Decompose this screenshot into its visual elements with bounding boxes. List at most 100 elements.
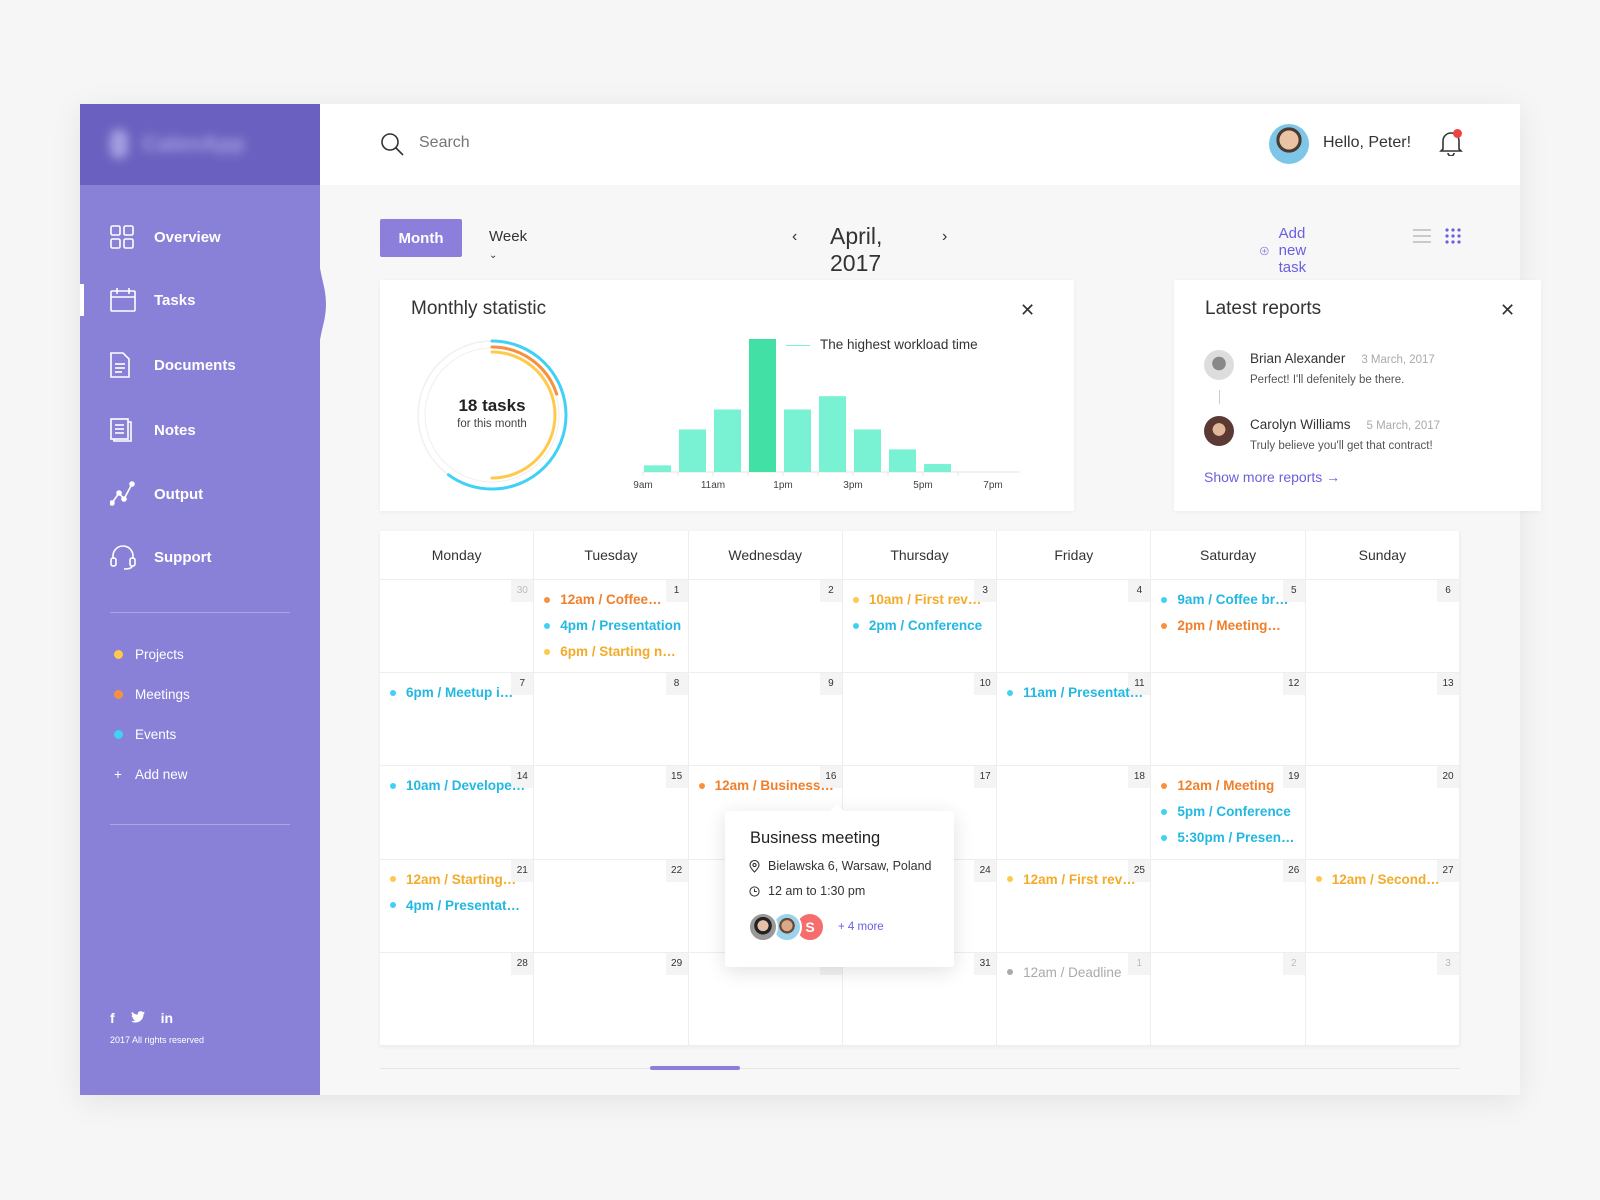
calendar-event[interactable]: 12am / Deadline	[1007, 965, 1121, 980]
calendar-day-cell[interactable]: 1 12am / Deadline	[997, 952, 1152, 1046]
event-dot-icon	[1161, 808, 1168, 815]
calendar-day-cell[interactable]: 8	[534, 673, 689, 767]
calendar-event[interactable]: 5:30pm / Presen…	[1161, 830, 1294, 845]
sidebar-item-documents[interactable]: Documents	[80, 345, 320, 385]
calendar-day-cell[interactable]: 11 11am / Presentat…	[997, 673, 1152, 767]
clock-icon	[749, 885, 760, 897]
bar-10am[interactable]	[679, 429, 706, 472]
linkedin-icon[interactable]: in	[161, 1010, 173, 1026]
calendar-event[interactable]: 6pm / Meetup i…	[390, 685, 513, 700]
calendar-day-cell[interactable]: 10	[842, 673, 998, 767]
calendar-day-cell[interactable]: 25 12am / First rev…	[997, 859, 1152, 953]
add-task-label: Add new task	[1278, 225, 1307, 276]
calendar-day-cell[interactable]: 3 10am / First rev… 2pm / Conference	[842, 580, 998, 674]
sidebar-item-tasks[interactable]: Tasks	[80, 280, 320, 320]
facebook-icon[interactable]: f	[110, 1010, 115, 1026]
calendar-event[interactable]: 2pm / Meeting…	[1161, 618, 1281, 633]
x-tick-label: 5pm	[913, 480, 932, 491]
calendar-event[interactable]: 4pm / Presentation	[544, 618, 681, 633]
bar-9am[interactable]	[644, 465, 671, 472]
next-month-button[interactable]: ›	[942, 228, 947, 246]
calendar-day-cell[interactable]: 22	[534, 859, 689, 953]
twitter-icon[interactable]	[130, 1010, 145, 1026]
calendar-event[interactable]: 10am / Develope…	[390, 778, 525, 793]
calendar-day-cell[interactable]: 4	[997, 580, 1152, 674]
logo[interactable]: CalenApp	[80, 104, 320, 185]
calendar-event[interactable]: 12am / First rev…	[1007, 872, 1136, 887]
bar-1pm[interactable]	[784, 409, 811, 472]
search-icon[interactable]	[380, 132, 404, 156]
user-avatar[interactable]	[1269, 124, 1309, 164]
calendar-day-cell[interactable]: 19 12am / Meeting 5pm / Conference 5:30pm /…	[1151, 766, 1306, 860]
calendar-day-cell[interactable]: 27 12am / Second…	[1305, 859, 1460, 953]
bar-5pm[interactable]	[924, 464, 951, 472]
report-item[interactable]: Brian Alexander 3 March, 2017 Perfect! I'…	[1204, 350, 1435, 386]
report-message: Truly believe you'll get that contract!	[1250, 440, 1433, 452]
calendar-event[interactable]: 6pm / Starting n…	[544, 644, 676, 659]
week-view-dropdown[interactable]: Week ⌄	[489, 228, 527, 262]
calendar-event[interactable]: 9am / Coffee br…	[1161, 592, 1288, 607]
calendar-day-cell[interactable]: 5 9am / Coffee br… 2pm / Meeting…	[1151, 580, 1306, 674]
calendar-day-cell[interactable]: 30	[380, 580, 535, 674]
bar-4pm[interactable]	[889, 449, 916, 472]
add-category-button[interactable]: + Add new	[114, 767, 188, 782]
scrollbar-thumb[interactable]	[650, 1066, 740, 1070]
calendar-day-cell[interactable]: 6	[1305, 580, 1460, 674]
calendar-event[interactable]: 11am / Presentat…	[1007, 685, 1143, 700]
plus-circle-icon	[1260, 246, 1269, 255]
grid-view-icon[interactable]	[1445, 228, 1461, 244]
calendar-day-cell[interactable]: 1 12am / Coffee… 4pm / Presentation 6pm / S…	[534, 580, 689, 674]
calendar-day-cell[interactable]: 2	[1151, 952, 1306, 1046]
scrollbar-track[interactable]	[380, 1068, 1460, 1069]
notifications-button[interactable]	[1439, 129, 1463, 161]
calendar-day-cell[interactable]: 26	[1151, 859, 1306, 953]
bar-12pm[interactable]	[749, 339, 776, 472]
close-icon[interactable]: ✕	[1500, 300, 1515, 321]
calendar-event[interactable]: 2pm / Conference	[852, 618, 982, 633]
sidebar-item-support[interactable]: Support	[80, 537, 320, 577]
calendar-day-cell[interactable]: 13	[1305, 673, 1460, 767]
day-number: 24	[974, 859, 997, 882]
search-input[interactable]	[419, 134, 626, 152]
sidebar-item-notes[interactable]: Notes	[80, 410, 320, 450]
bar-3pm[interactable]	[854, 429, 881, 472]
show-more-reports-link[interactable]: Show more reports →	[1204, 469, 1340, 485]
calendar-day-cell[interactable]: 2	[688, 580, 843, 674]
sidebar-category-events[interactable]: Events	[114, 727, 176, 742]
sidebar-category-meetings[interactable]: Meetings	[114, 687, 190, 702]
calendar-event[interactable]: 12am / Business…	[698, 778, 834, 793]
add-new-task-button[interactable]: Add new task	[1260, 225, 1318, 276]
calendar-day-cell[interactable]: 20	[1305, 766, 1460, 860]
calendar-event[interactable]: 12am / Second…	[1315, 872, 1440, 887]
attendee-avatar[interactable]	[748, 912, 778, 942]
x-tick-label: 9am	[633, 480, 652, 491]
calendar-event[interactable]: 10am / First rev…	[852, 592, 981, 607]
report-item[interactable]: Carolyn Williams 5 March, 2017 Truly beli…	[1204, 416, 1440, 452]
list-view-icon[interactable]	[1413, 228, 1431, 244]
calendar-event[interactable]: 5pm / Conference	[1161, 804, 1291, 819]
calendar-event[interactable]: 12am / Meeting	[1161, 778, 1274, 793]
calendar-day-cell[interactable]: 12	[1151, 673, 1306, 767]
calendar-day-cell[interactable]: 3	[1305, 952, 1460, 1046]
sidebar-item-overview[interactable]: Overview	[80, 217, 320, 257]
calendar-event[interactable]: 12am / Starting…	[390, 872, 516, 887]
popup-time: 12 am to 1:30 pm	[749, 884, 865, 898]
calendar-day-cell[interactable]: 14 10am / Develope…	[380, 766, 535, 860]
calendar-day-cell[interactable]: 15	[534, 766, 689, 860]
more-attendees-link[interactable]: + 4 more	[838, 921, 884, 933]
calendar-day-cell[interactable]: 29	[534, 952, 689, 1046]
prev-month-button[interactable]: ‹	[792, 228, 797, 246]
month-view-button[interactable]: Month	[380, 219, 462, 257]
sidebar-category-projects[interactable]: Projects	[114, 647, 184, 662]
calendar-day-cell[interactable]: 7 6pm / Meetup i…	[380, 673, 535, 767]
calendar-day-cell[interactable]: 18	[997, 766, 1152, 860]
bar-11am[interactable]	[714, 409, 741, 472]
calendar-event[interactable]: 12am / Coffee…	[544, 592, 662, 607]
calendar-event[interactable]: 4pm / Presentat…	[390, 898, 520, 913]
calendar-day-cell[interactable]: 9	[688, 673, 843, 767]
calendar-day-cell[interactable]: 28	[380, 952, 535, 1046]
calendar-day-cell[interactable]: 21 12am / Starting… 4pm / Presentat…	[380, 859, 535, 953]
event-dot-icon	[390, 782, 396, 789]
sidebar-item-output[interactable]: Output	[80, 474, 320, 514]
bar-2pm[interactable]	[819, 396, 846, 472]
